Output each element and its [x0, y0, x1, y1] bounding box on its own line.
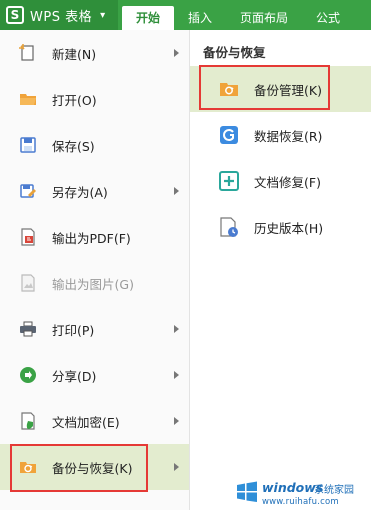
submenu-item-history-version[interactable]: 历史版本(H)	[190, 204, 371, 250]
menu-item-save-as[interactable]: 另存为(A)	[0, 168, 189, 214]
submenu-item-label: 历史版本(H)	[254, 220, 324, 236]
menu-item-save[interactable]: 保存(S)	[0, 122, 189, 168]
watermark-url: www.ruihafu.com	[262, 497, 339, 507]
highlight-box-backup-manage	[199, 65, 330, 110]
new-file-icon	[18, 43, 38, 63]
menu-item-label: 输出为图片(G)	[52, 276, 134, 292]
submenu-header: 备份与恢复	[203, 45, 266, 60]
menu-item-print[interactable]: 打印(P)	[0, 306, 189, 352]
tab-formula[interactable]: 公式	[302, 6, 354, 30]
tab-home[interactable]: 开始	[122, 6, 175, 30]
menu-item-label: 输出为PDF(F)	[52, 230, 131, 246]
submenu-arrow-icon	[174, 325, 179, 333]
menu-item-export-pdf[interactable]: 输出为PDF(F)	[0, 214, 189, 260]
menu-item-new[interactable]: 新建(N)	[0, 30, 189, 76]
submenu-arrow-icon	[174, 417, 179, 425]
menu-item-label: 文档加密(E)	[52, 414, 120, 430]
menu-item-label: 分享(D)	[52, 368, 97, 384]
menu-item-share[interactable]: 分享(D)	[0, 352, 189, 398]
open-folder-icon	[18, 89, 38, 109]
submenu-arrow-icon	[174, 187, 179, 195]
save-as-icon	[18, 181, 38, 201]
share-icon	[18, 365, 38, 385]
watermark: windows 系统家园 www.ruihafu.com	[228, 474, 371, 510]
menu-item-label: 保存(S)	[52, 138, 95, 154]
tab-insert[interactable]: 插入	[174, 6, 226, 30]
submenu-arrow-icon	[174, 371, 179, 379]
menu-item-label: 打印(P)	[52, 322, 95, 338]
submenu-item-label: 文档修复(F)	[254, 174, 321, 190]
title-bar: S WPS 表格 ▾ 开始 插入 页面布局 公式	[0, 0, 371, 30]
watermark-suffix: 系统家园	[314, 485, 354, 496]
windows-logo-icon	[237, 481, 257, 502]
print-icon	[18, 319, 38, 339]
highlight-box-backup-restore	[10, 444, 148, 492]
menu-item-label: 打开(O)	[52, 92, 97, 108]
wps-logo-icon: S	[6, 6, 24, 24]
menu-item-label: 新建(N)	[52, 46, 97, 62]
file-menu: 新建(N) 打开(O) 保存(S) 另存为(A) 输出为PDF(F) 输出为图片…	[0, 30, 190, 510]
submenu-item-doc-repair[interactable]: 文档修复(F)	[190, 158, 371, 204]
submenu-arrow-icon	[174, 463, 179, 471]
encrypt-icon	[18, 411, 38, 431]
app-menu-button[interactable]: S WPS 表格 ▾	[0, 0, 118, 30]
pdf-icon	[18, 227, 38, 247]
menu-item-encrypt[interactable]: 文档加密(E)	[0, 398, 189, 444]
doc-repair-icon	[218, 170, 240, 192]
menu-item-open[interactable]: 打开(O)	[0, 76, 189, 122]
submenu-item-data-recovery[interactable]: 数据恢复(R)	[190, 112, 371, 158]
caret-down-icon: ▾	[100, 9, 106, 21]
ribbon-tabs: 开始 插入 页面布局 公式	[118, 0, 354, 30]
menu-item-label: 另存为(A)	[52, 184, 108, 200]
submenu-item-label: 数据恢复(R)	[254, 128, 323, 144]
menu-item-export-image[interactable]: 输出为图片(G)	[0, 260, 189, 306]
history-version-icon	[218, 216, 240, 238]
image-export-icon	[18, 273, 38, 293]
data-recovery-icon	[218, 124, 240, 146]
tab-page-layout[interactable]: 页面布局	[226, 6, 302, 30]
app-title: WPS 表格	[30, 9, 93, 25]
save-icon	[18, 135, 38, 155]
submenu-arrow-icon	[174, 49, 179, 57]
